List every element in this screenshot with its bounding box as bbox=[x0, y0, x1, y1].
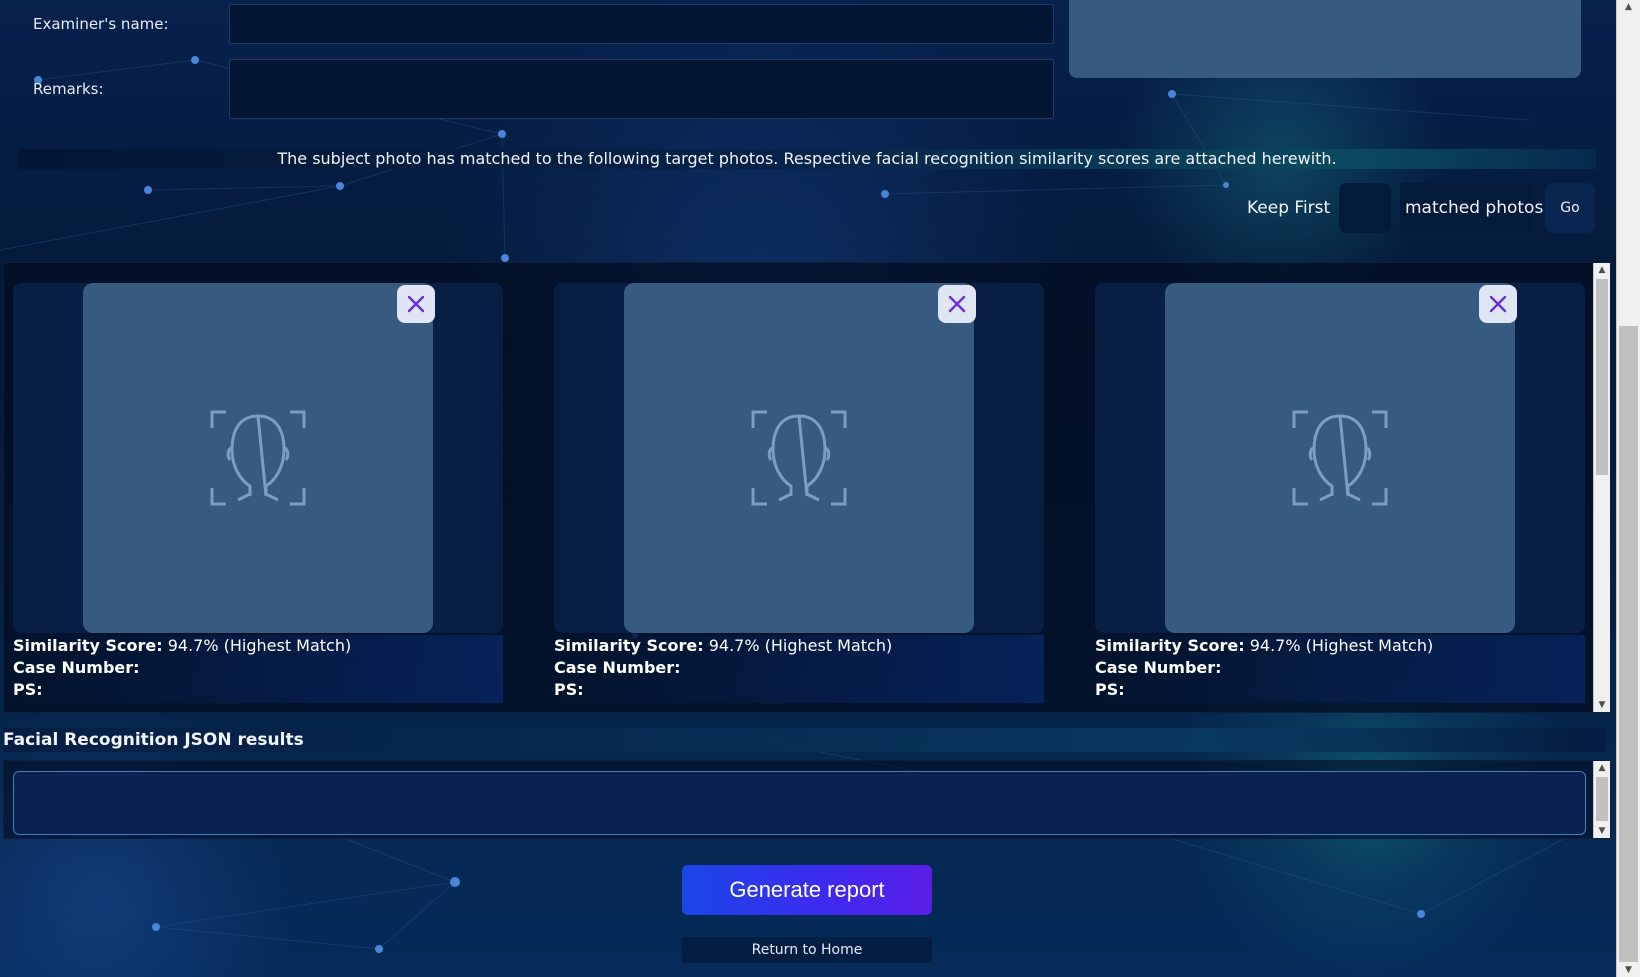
scroll-thumb[interactable] bbox=[1596, 279, 1608, 475]
matched-photos-label: matched photos bbox=[1405, 198, 1544, 218]
match-card: Similarity Score: 94.7% (Highest Match) … bbox=[13, 283, 503, 703]
similarity-score-label: Similarity Score: bbox=[1095, 636, 1245, 655]
close-icon bbox=[407, 295, 425, 313]
match-info: Similarity Score: 94.7% (Highest Match) … bbox=[13, 635, 503, 703]
similarity-score-value: 94.7% (Highest Match) bbox=[1249, 636, 1434, 655]
remove-match-button[interactable] bbox=[938, 285, 976, 323]
similarity-score-label: Similarity Score: bbox=[13, 636, 163, 655]
ps-label: PS: bbox=[554, 680, 584, 699]
json-results-textarea[interactable] bbox=[13, 771, 1586, 835]
case-number-label: Case Number: bbox=[13, 658, 140, 677]
examiner-label: Examiner's name: bbox=[33, 15, 169, 33]
target-photo bbox=[83, 283, 433, 633]
examiner-name-input[interactable] bbox=[229, 4, 1054, 44]
scroll-down-arrow[interactable]: ▼ bbox=[1594, 824, 1610, 838]
match-card: Similarity Score: 94.7% (Highest Match) … bbox=[554, 283, 1044, 703]
match-info: Similarity Score: 94.7% (Highest Match) … bbox=[1095, 635, 1585, 703]
matches-scrollbar[interactable]: ▲ ▼ bbox=[1593, 263, 1610, 712]
scroll-down-arrow[interactable]: ▼ bbox=[1617, 963, 1640, 977]
scroll-up-arrow[interactable]: ▲ bbox=[1594, 761, 1610, 775]
close-icon bbox=[948, 295, 966, 313]
match-info: Similarity Score: 94.7% (Highest Match) … bbox=[554, 635, 1044, 703]
keep-count-input[interactable] bbox=[1339, 183, 1391, 233]
case-number-label: Case Number: bbox=[1095, 658, 1222, 677]
case-number-label: Case Number: bbox=[554, 658, 681, 677]
ps-label: PS: bbox=[13, 680, 43, 699]
remarks-input[interactable] bbox=[229, 59, 1054, 119]
remarks-label: Remarks: bbox=[33, 80, 104, 98]
json-scrollbar[interactable]: ▲ ▼ bbox=[1593, 761, 1610, 838]
go-button[interactable]: Go bbox=[1545, 183, 1595, 233]
similarity-score-label: Similarity Score: bbox=[554, 636, 704, 655]
scroll-thumb[interactable] bbox=[1596, 777, 1608, 821]
face-scan-icon bbox=[1292, 410, 1388, 506]
return-home-link[interactable]: Return to Home bbox=[682, 937, 932, 963]
json-results-heading: Facial Recognition JSON results bbox=[3, 728, 1605, 752]
target-photo bbox=[1165, 283, 1515, 633]
keep-first-label: Keep First bbox=[1247, 198, 1331, 218]
remove-match-button[interactable] bbox=[397, 285, 435, 323]
subject-photo-preview bbox=[1069, 0, 1581, 78]
similarity-score-value: 94.7% (Highest Match) bbox=[167, 636, 352, 655]
close-icon bbox=[1489, 295, 1507, 313]
page-scrollbar[interactable]: ▲ ▼ bbox=[1616, 0, 1640, 977]
target-photo bbox=[624, 283, 974, 633]
face-scan-icon bbox=[751, 410, 847, 506]
scroll-down-arrow[interactable]: ▼ bbox=[1594, 698, 1610, 712]
ps-label: PS: bbox=[1095, 680, 1125, 699]
match-card: Similarity Score: 94.7% (Highest Match) … bbox=[1095, 283, 1585, 703]
face-scan-icon bbox=[210, 410, 306, 506]
match-message: The subject photo has matched to the fol… bbox=[18, 149, 1596, 169]
scroll-thumb[interactable] bbox=[1619, 326, 1638, 962]
similarity-score-value: 94.7% (Highest Match) bbox=[708, 636, 893, 655]
scroll-up-arrow[interactable]: ▲ bbox=[1617, 0, 1640, 14]
generate-report-button[interactable]: Generate report bbox=[682, 865, 932, 915]
scroll-up-arrow[interactable]: ▲ bbox=[1594, 263, 1610, 277]
remove-match-button[interactable] bbox=[1479, 285, 1517, 323]
